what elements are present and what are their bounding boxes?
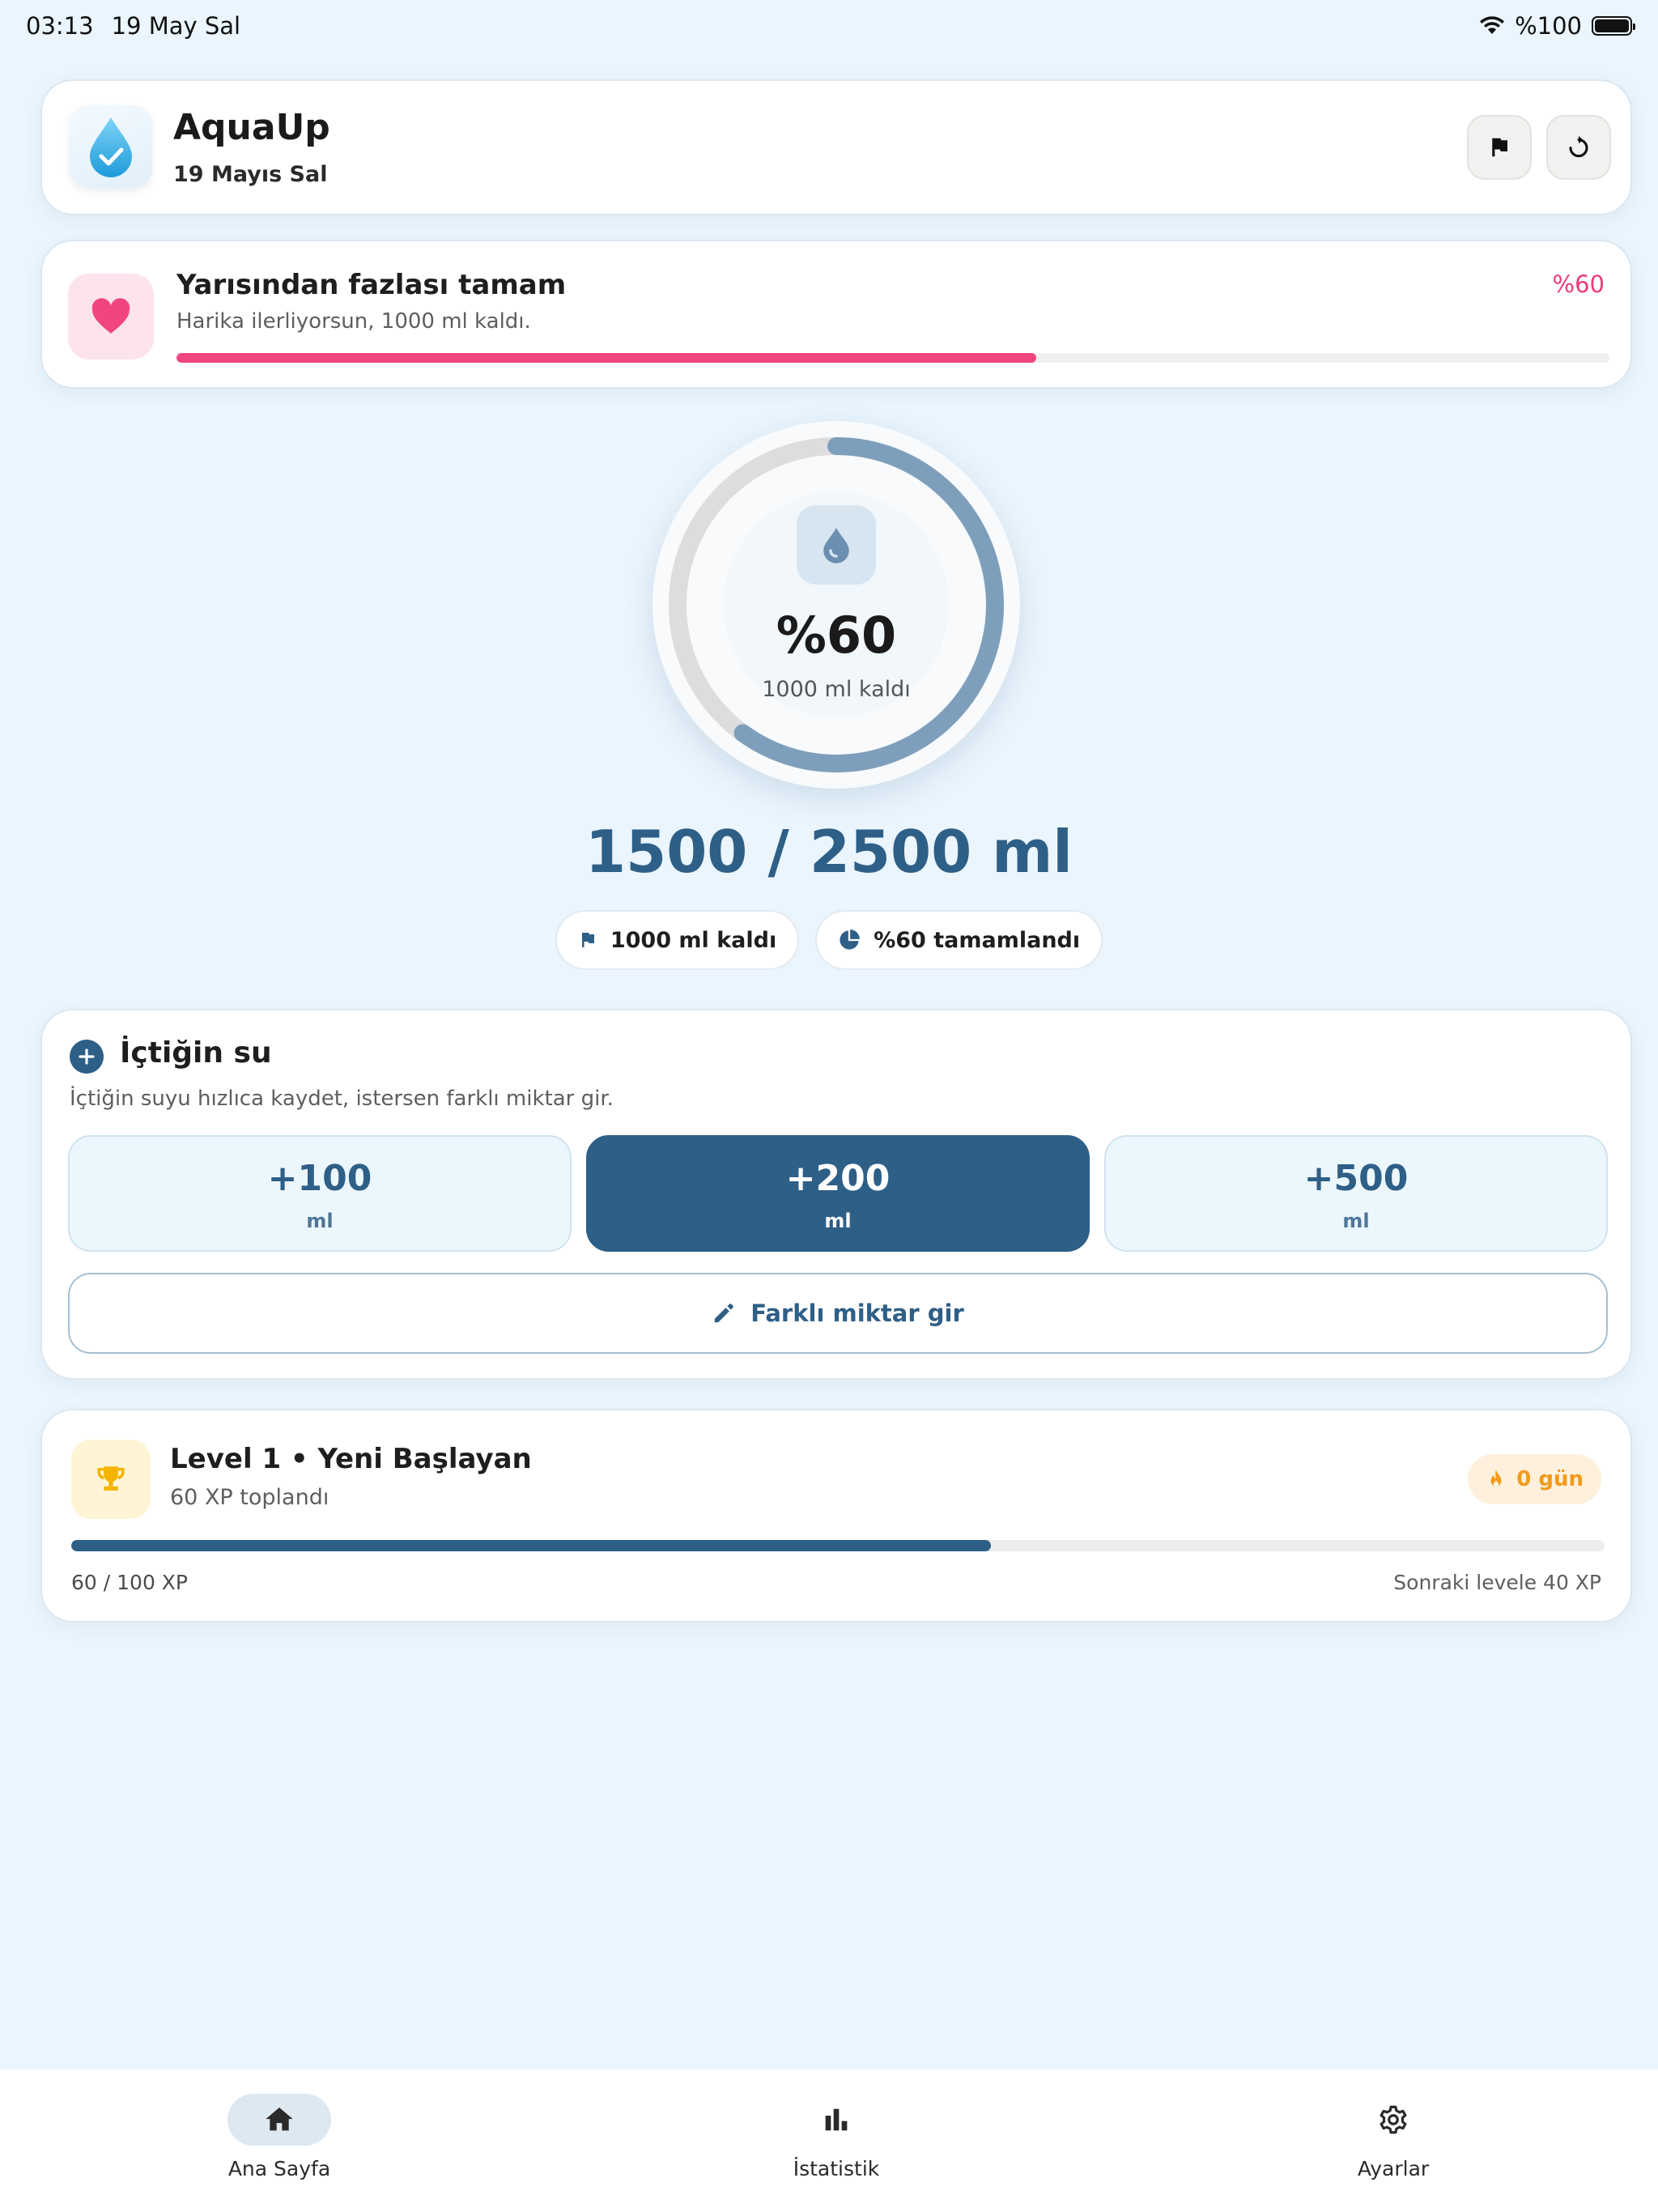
reset-button[interactable] xyxy=(1546,115,1611,180)
home-icon xyxy=(266,2108,293,2131)
trophy-badge xyxy=(71,1440,151,1519)
custom-amount-label: Farklı miktar gir xyxy=(750,1300,964,1327)
header-card: AquaUp 19 Mayıs Sal xyxy=(40,79,1632,215)
header-date: 19 Mayıs Sal xyxy=(173,162,328,187)
bar-chart-icon xyxy=(825,2108,848,2131)
status-bar: 03:13 19 May Sal %100 xyxy=(0,0,1658,52)
remaining-chip: 1000 ml kaldı xyxy=(555,910,800,970)
progress-message-title: Yarısından fazlası tamam xyxy=(176,269,567,301)
nav-home-pill xyxy=(227,2094,331,2146)
goal-flag-button[interactable] xyxy=(1467,115,1532,180)
plus-circle-icon xyxy=(70,1040,104,1074)
progress-message-percent: %60 xyxy=(1552,270,1605,298)
app-title: AquaUp xyxy=(173,107,330,148)
level-subtitle: 60 XP toplandı xyxy=(170,1485,329,1510)
heart-icon xyxy=(91,298,130,334)
ring-percent: %60 xyxy=(776,606,897,665)
xp-progress-fill xyxy=(71,1540,992,1551)
water-drop-icon xyxy=(90,117,132,177)
nav-settings-label: Ayarlar xyxy=(1357,2157,1430,2180)
water-entry-card: İçtiğin su İçtiğin suyu hızlıca kaydet, … xyxy=(40,1009,1632,1380)
streak-label: 0 gün xyxy=(1516,1467,1584,1491)
summary-chips: 1000 ml kaldı %60 tamamlandı xyxy=(0,910,1658,970)
xp-progress-bar xyxy=(71,1540,1605,1551)
app-logo xyxy=(70,105,152,188)
nav-item-statistics[interactable]: İstatistik xyxy=(674,2069,998,2212)
amount-value: +200 xyxy=(785,1158,891,1199)
intake-total: 1500 / 2500 ml xyxy=(585,818,1073,886)
amount-unit: ml xyxy=(824,1210,852,1232)
battery-percent: %100 xyxy=(1515,12,1582,40)
remaining-chip-label: 1000 ml kaldı xyxy=(610,927,777,953)
next-level-label: Sonraki levele 40 XP xyxy=(1393,1571,1601,1594)
plus-icon xyxy=(79,1049,95,1065)
water-drop-icon xyxy=(823,528,849,564)
nav-item-home[interactable]: Ana Sayfa xyxy=(117,2069,441,2212)
progress-message-card: Yarısından fazlası tamam Harika ilerliyo… xyxy=(40,240,1632,389)
flag-icon xyxy=(1492,138,1507,157)
pie-chart-icon xyxy=(840,929,861,950)
progress-message-bar xyxy=(176,353,1609,363)
nav-stats-label: İstatistik xyxy=(793,2157,880,2180)
fire-icon xyxy=(1490,1470,1502,1487)
amount-value: +100 xyxy=(267,1158,372,1199)
amount-unit: ml xyxy=(1342,1210,1370,1232)
completed-chip: %60 tamamlandı xyxy=(815,910,1103,970)
level-card: Level 1 • Yeni Başlayan 60 XP toplandı 0… xyxy=(40,1409,1632,1623)
trophy-icon xyxy=(97,1466,125,1491)
wifi-icon xyxy=(1480,16,1505,34)
status-time: 03:13 xyxy=(26,12,94,40)
add-100-button[interactable]: +100 ml xyxy=(68,1135,572,1252)
xp-label: 60 / 100 XP xyxy=(71,1571,188,1594)
heart-badge xyxy=(68,274,154,359)
pencil-icon xyxy=(714,1304,734,1323)
daily-progress-ring: %60 1000 ml kaldı xyxy=(653,421,1020,789)
bottom-navigation: Ana Sayfa İstatistik Ayarlar xyxy=(0,2069,1658,2212)
completed-chip-label: %60 tamamlandı xyxy=(874,927,1081,953)
add-200-button[interactable]: +200 ml xyxy=(586,1135,1090,1252)
add-500-button[interactable]: +500 ml xyxy=(1104,1135,1608,1252)
custom-amount-button[interactable]: Farklı miktar gir xyxy=(68,1273,1608,1354)
water-entry-subtitle: İçtiğin suyu hızlıca kaydet, istersen fa… xyxy=(70,1087,614,1111)
progress-message-subtitle: Harika ilerliyorsun, 1000 ml kaldı. xyxy=(176,309,531,334)
nav-stats-pill xyxy=(784,2094,888,2146)
reset-icon xyxy=(1569,136,1588,158)
ring-drop-badge xyxy=(797,505,876,585)
level-title: Level 1 • Yeni Başlayan xyxy=(170,1443,532,1475)
flag-icon xyxy=(581,933,594,947)
gear-icon xyxy=(1380,2105,1407,2134)
water-entry-title: İçtiğin su xyxy=(120,1036,272,1070)
nav-item-settings[interactable]: Ayarlar xyxy=(1231,2069,1555,2212)
battery-icon xyxy=(1592,16,1635,36)
status-date: 19 May Sal xyxy=(111,12,241,40)
amount-value: +500 xyxy=(1303,1158,1409,1199)
ring-remaining: 1000 ml kaldı xyxy=(762,677,911,702)
nav-settings-pill xyxy=(1341,2094,1445,2146)
amount-unit: ml xyxy=(306,1210,334,1232)
nav-home-label: Ana Sayfa xyxy=(227,2157,331,2180)
progress-message-bar-fill xyxy=(176,353,1036,363)
streak-badge: 0 gün xyxy=(1468,1454,1601,1504)
